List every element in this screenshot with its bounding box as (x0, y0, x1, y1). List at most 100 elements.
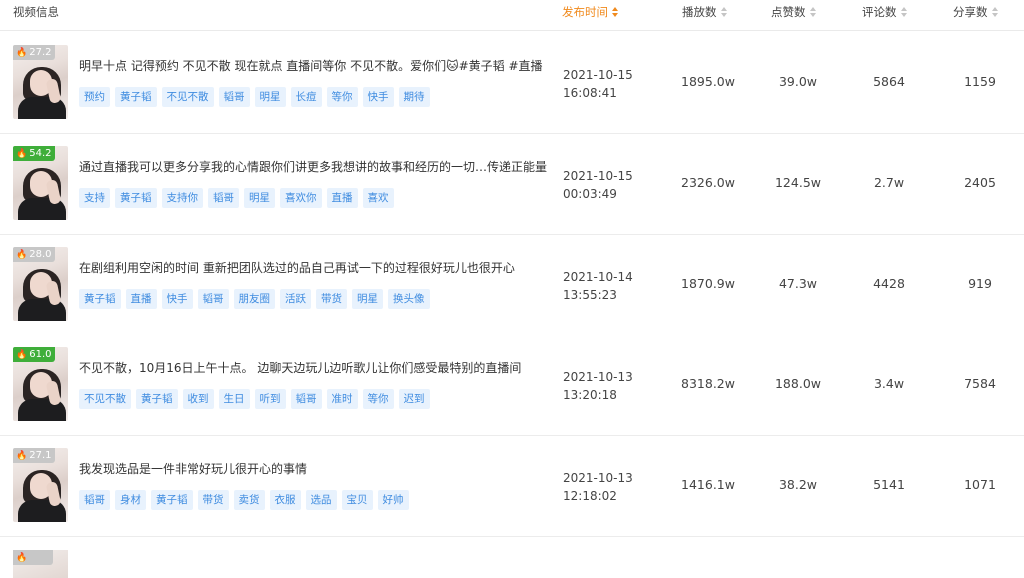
keyword-tag[interactable]: 等你 (326, 87, 358, 107)
column-header-comments[interactable]: 评论数 (862, 0, 909, 30)
table-header: 视频信息 发布时间 播放数 点赞数 评论数 分享数 (0, 0, 1024, 31)
keyword-tag[interactable]: 宝贝 (341, 490, 373, 510)
keyword-tag[interactable]: 韬哥 (208, 188, 239, 208)
flame-icon: 🔥 (16, 250, 28, 260)
keyword-tag[interactable]: 活跃 (280, 289, 311, 309)
column-header-shares[interactable]: 分享数 (953, 0, 1000, 30)
keyword-tag[interactable]: 衣服 (269, 490, 301, 510)
table-row[interactable]: 🔥 27.2 明早十点 记得预约 不见不散 现在就点 直播间等你 不见不散。爱你们… (0, 33, 1024, 134)
sort-icon[interactable] (720, 6, 729, 17)
publish-clock: 13:55:23 (563, 288, 617, 302)
video-thumbnail[interactable]: 🔥 28.0 (13, 247, 68, 321)
keyword-tag[interactable]: 卖货 (233, 490, 265, 510)
keyword-tag[interactable]: 带货 (197, 490, 229, 510)
keyword-tag[interactable]: 支持你 (161, 188, 203, 208)
video-title[interactable]: 明早十点 记得预约 不见不散 现在就点 直播间等你 不见不散。爱你们🐱#黄子韬 … (79, 57, 549, 74)
keyword-tag[interactable]: 直播 (125, 289, 157, 309)
comment-count: 5141 (873, 477, 905, 492)
keyword-tag[interactable]: 选品 (305, 490, 337, 510)
publish-date: 2021-10-15 (563, 68, 633, 82)
keyword-tag[interactable]: 直播 (326, 188, 358, 208)
video-thumbnail[interactable]: 🔥 (13, 550, 68, 578)
comment-count: 5864 (873, 74, 905, 89)
keyword-tag[interactable]: 迟到 (398, 389, 430, 409)
publish-time: 2021-10-13 13:20:18 (563, 368, 633, 404)
table-row[interactable]: 🔥 61.0 不见不散，10月16日上午十点。 边聊天边玩儿边听歌儿让你们感受最特… (0, 335, 1024, 436)
video-thumbnail[interactable]: 🔥 27.1 (13, 448, 68, 522)
keyword-tag[interactable]: 收到 (182, 389, 214, 409)
column-header-plays[interactable]: 播放数 (682, 0, 729, 30)
keyword-tag[interactable]: 长痘 (290, 87, 322, 107)
play-count: 1895.0w (681, 74, 735, 89)
sort-icon[interactable] (991, 6, 1000, 17)
keyword-tag[interactable]: 黄子韬 (151, 490, 193, 510)
video-thumbnail[interactable]: 🔥 54.2 (13, 146, 68, 220)
keyword-tag[interactable]: 生日 (218, 389, 250, 409)
sort-icon[interactable] (809, 6, 818, 17)
table-row[interactable]: 🔥 27.1 我发现选品是一件非常好玩儿很开心的事情 韬哥 身材 黄子韬 带货 卖货 衣服选… (0, 436, 1024, 537)
video-title[interactable]: 在剧组利用空闲的时间 重新把团队选过的品自己再试一下的过程很好玩儿也很开心 (79, 259, 549, 276)
keyword-tag[interactable]: 黄子韬 (115, 188, 157, 208)
keyword-tag[interactable]: 韬哥 (290, 389, 322, 409)
keyword-tag[interactable]: 快手 (362, 87, 394, 107)
keyword-tag[interactable]: 准时 (326, 389, 358, 409)
publish-time: 2021-10-14 13:55:23 (563, 268, 633, 304)
flame-icon: 🔥 (16, 350, 28, 360)
table-row[interactable]: 🔥 28.0 在剧组利用空闲的时间 重新把团队选过的品自己再试一下的过程很好玩儿也… (0, 235, 1024, 336)
sort-icon[interactable] (612, 6, 620, 17)
tag-list: 预约 黄子韬 不见不散 韬哥 明星 长痘 等你 快手 期待 (79, 85, 549, 107)
keyword-tag[interactable]: 黄子韬 (115, 87, 157, 107)
keyword-tag[interactable]: 明星 (244, 188, 275, 208)
keyword-tag[interactable]: 好帅 (377, 490, 409, 510)
play-count: 1870.9w (681, 276, 735, 291)
video-thumbnail[interactable]: 🔥 61.0 (13, 347, 68, 421)
publish-time: 2021-10-15 00:03:49 (563, 167, 633, 203)
publish-clock: 12:18:02 (563, 489, 617, 503)
keyword-tag[interactable]: 预约 (79, 87, 110, 107)
keyword-tag[interactable]: 听到 (254, 389, 286, 409)
sort-icon[interactable] (900, 6, 909, 17)
keyword-tag[interactable]: 快手 (161, 289, 193, 309)
keyword-tag[interactable]: 期待 (398, 87, 430, 107)
keyword-tag[interactable]: 明星 (352, 289, 383, 309)
keyword-tag[interactable]: 身材 (115, 490, 146, 510)
column-header-likes[interactable]: 点赞数 (771, 0, 818, 30)
keyword-tag[interactable]: 不见不散 (79, 389, 131, 409)
video-data-table: 视频信息 发布时间 播放数 点赞数 评论数 分享数 🔥 27.2 明早十点 记得预… (0, 0, 1024, 578)
video-title[interactable]: 我发现选品是一件非常好玩儿很开心的事情 (79, 460, 549, 477)
like-count: 39.0w (778, 74, 818, 89)
table-row[interactable]: 🔥 54.2 通过直播我可以更多分享我的心情跟你们讲更多我想讲的故事和经历的一切…… (0, 134, 1024, 235)
keyword-tag[interactable]: 韬哥 (218, 87, 250, 107)
flame-icon: 🔥 (16, 553, 28, 563)
column-header-publish-time[interactable]: 发布时间 (562, 0, 620, 30)
video-title[interactable]: 通过直播我可以更多分享我的心情跟你们讲更多我想讲的故事和经历的一切…传递正能量 (79, 158, 549, 175)
keyword-tag[interactable]: 喜欢 (362, 188, 394, 208)
keyword-tag[interactable]: 等你 (362, 389, 394, 409)
keyword-tag[interactable]: 带货 (316, 289, 347, 309)
keyword-tag[interactable]: 明星 (254, 87, 286, 107)
keyword-tag[interactable]: 黄子韬 (79, 289, 121, 309)
keyword-tag[interactable]: 不见不散 (161, 87, 214, 107)
tag-list: 支持 黄子韬 支持你 韬哥 明星 喜欢你 直播 喜欢 (79, 186, 549, 208)
flame-icon: 🔥 (16, 149, 28, 159)
hot-score-badge: 🔥 27.2 (13, 45, 56, 60)
hot-score-badge: 🔥 (13, 550, 53, 565)
publish-time: 2021-10-15 16:08:41 (563, 66, 633, 102)
publish-clock: 00:03:49 (563, 187, 617, 201)
share-count: 2405 (964, 175, 996, 190)
video-thumbnail[interactable]: 🔥 27.2 (13, 45, 68, 119)
keyword-tag[interactable]: 韬哥 (197, 289, 229, 309)
keyword-tag[interactable]: 黄子韬 (136, 389, 178, 409)
keyword-tag[interactable]: 喜欢你 (280, 188, 322, 208)
publish-date: 2021-10-13 (563, 370, 633, 384)
keyword-tag[interactable]: 换头像 (388, 289, 430, 309)
like-count: 38.2w (778, 477, 818, 492)
hot-score-badge: 🔥 28.0 (13, 247, 56, 262)
publish-clock: 13:20:18 (563, 388, 617, 402)
video-title[interactable]: 不见不散，10月16日上午十点。 边聊天边玩儿边听歌儿让你们感受最特别的直播间 (79, 359, 549, 376)
like-count: 188.0w (774, 376, 821, 391)
keyword-tag[interactable]: 韬哥 (79, 490, 110, 510)
keyword-tag[interactable]: 朋友圈 (233, 289, 275, 309)
publish-time: 2021-10-13 12:18:02 (563, 469, 633, 505)
keyword-tag[interactable]: 支持 (79, 188, 110, 208)
